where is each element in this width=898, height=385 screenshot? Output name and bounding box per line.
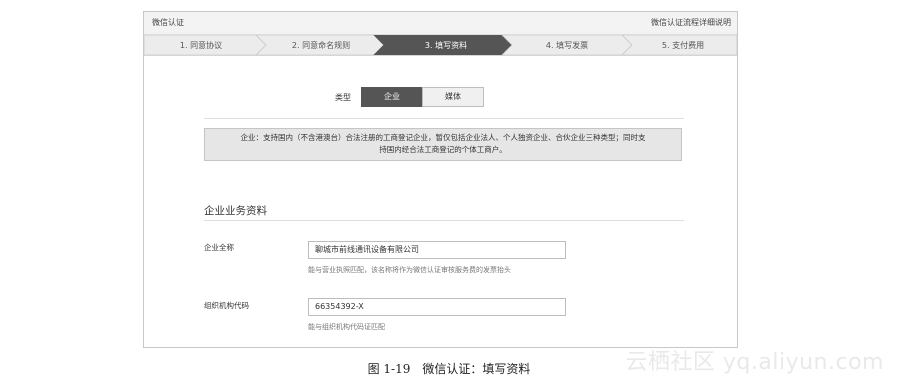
notice-line-2: 持国内经合法工商登记的个体工商户。: [379, 145, 507, 154]
panel-title: 微信认证: [152, 18, 184, 27]
company-name-hint: 能与营业执照匹配，该名称将作为微信认证审核服务费的发票抬头: [308, 266, 511, 274]
step-5-label: 5. 支付费用: [661, 41, 705, 50]
enterprise-notice: 企业：支持国内（不含港澳台）合法注册的工商登记企业，暂仅包括企业法人、个人独资企…: [204, 128, 682, 161]
company-name-label: 企业全称: [204, 243, 234, 252]
type-enterprise-button[interactable]: 企业: [361, 87, 423, 107]
notice-line-1: 企业：支持国内（不含港澳台）合法注册的工商登记企业，暂仅包括企业法人、个人独资企…: [240, 133, 646, 142]
step-2-label: 2. 同意命名规则: [291, 41, 351, 50]
step-4-label: 4. 填写发票: [545, 41, 589, 50]
type-label: 类型: [335, 93, 351, 102]
step-1-label: 1. 同意协议: [179, 41, 223, 50]
company-name-input[interactable]: 聊城市前线通讯设备有限公司: [308, 241, 566, 259]
watermark-text: 云栖社区 yq.aliyun.com: [625, 350, 884, 375]
section-divider: [204, 220, 684, 221]
org-code-input[interactable]: 66354392-X: [308, 298, 566, 316]
process-help-link[interactable]: 微信认证流程详细说明: [651, 17, 731, 28]
org-code-hint: 能与组织机构代码证匹配: [308, 323, 385, 331]
certification-panel: 微信认证 微信认证流程详细说明 1. 同意协议 2. 同意命名规则 3. 填写资…: [143, 11, 738, 348]
step-progress-bar: 1. 同意协议 2. 同意命名规则 3. 填写资料 4. 填写发票 5. 支付费…: [144, 35, 737, 56]
divider: [204, 118, 684, 119]
step-3-label: 3. 填写资料: [424, 41, 468, 50]
panel-header: 微信认证 微信认证流程详细说明: [144, 12, 737, 35]
section-title: 企业业务资料: [204, 205, 267, 217]
org-code-label: 组织机构代码: [204, 301, 249, 310]
type-media-button[interactable]: 媒体: [422, 87, 484, 107]
